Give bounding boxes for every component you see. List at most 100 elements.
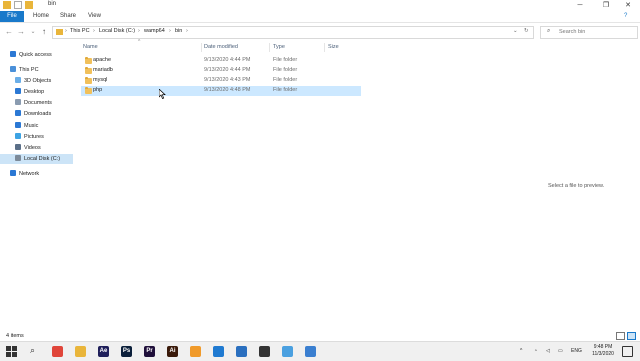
premiere-icon[interactable]: Pr	[144, 346, 155, 357]
chrome-icon[interactable]	[52, 346, 63, 357]
network-icon	[10, 170, 16, 176]
document-icon	[15, 99, 21, 105]
music-icon	[15, 122, 21, 128]
nav-quick-access[interactable]: Quick access	[10, 50, 52, 60]
pictures-icon	[15, 133, 21, 139]
nav-downloads[interactable]: Downloads	[15, 109, 51, 119]
file-type: File folder	[273, 87, 298, 93]
remote-app-icon[interactable]	[282, 346, 293, 357]
nav-pictures[interactable]: Pictures	[15, 132, 44, 142]
network-tray-icon[interactable]: ◔	[534, 348, 537, 354]
cube-icon	[15, 77, 21, 83]
nav-music[interactable]: Music	[15, 121, 38, 131]
nav-label: Videos	[24, 145, 41, 151]
navigation-bar: ← → ⌄ ↑ › This PC › Local Disk (C:) › wa…	[0, 23, 640, 41]
tab-view[interactable]: View	[88, 11, 101, 22]
nav-videos[interactable]: Videos	[15, 143, 41, 153]
notifications-icon[interactable]	[622, 346, 633, 357]
mouse-cursor-icon	[158, 88, 166, 101]
column-header-type[interactable]: Type	[273, 44, 285, 50]
file-explorer-icon[interactable]	[75, 346, 86, 357]
nav-documents[interactable]: Documents	[15, 98, 52, 108]
breadcrumb-wamp64[interactable]: wamp64	[144, 28, 165, 34]
file-row-apache[interactable]: apache 9/13/2020 4:44 PM File folder	[81, 56, 361, 66]
volume-icon[interactable]: ◁	[546, 348, 550, 354]
tab-file[interactable]: File	[0, 11, 24, 22]
title-bar: bin ─ ❐ ✕	[0, 0, 640, 11]
folder-icon	[56, 29, 63, 35]
search-icon[interactable]: ⌕	[30, 345, 35, 356]
battery-icon[interactable]: ▭	[558, 348, 563, 354]
tab-share[interactable]: Share	[60, 11, 76, 22]
breadcrumb-bin[interactable]: bin	[175, 28, 182, 34]
refresh-icon[interactable]: ↻	[524, 28, 529, 34]
file-type: File folder	[273, 67, 298, 73]
column-header-date[interactable]: Date modified	[204, 44, 238, 50]
windows-start-icon[interactable]	[6, 346, 17, 357]
sublime-text-icon[interactable]	[190, 346, 201, 357]
folder-icon	[85, 87, 92, 94]
details-view-icon[interactable]	[616, 332, 625, 340]
nav-label: Desktop	[24, 89, 45, 95]
nav-label: Pictures	[24, 134, 44, 140]
file-row-mariadb[interactable]: mariadb 9/13/2020 4:44 PM File folder	[81, 66, 361, 76]
breadcrumb-local-disk[interactable]: Local Disk (C:)	[99, 28, 135, 34]
file-name: apache	[93, 57, 112, 63]
preview-message: Select a file to preview.	[548, 183, 605, 189]
nav-network[interactable]: Network	[10, 169, 39, 179]
nav-local-disk[interactable]: Local Disk (C:)	[0, 154, 73, 164]
address-bar[interactable]: › This PC › Local Disk (C:) › wamp64 › b…	[52, 26, 534, 39]
maximize-button[interactable]: ❐	[594, 0, 618, 11]
column-header-size[interactable]: Size	[328, 44, 339, 50]
file-name: mysql	[93, 77, 108, 83]
ribbon-tabs: File Home Share View ?	[0, 11, 640, 23]
file-row-php[interactable]: php 9/13/2020 4:48 PM File folder	[81, 86, 361, 96]
recent-locations-button[interactable]: ⌄	[28, 27, 38, 37]
column-headers: ^ Name Date modified Type Size	[80, 39, 360, 53]
record-app-icon[interactable]	[259, 346, 270, 357]
video-icon	[15, 144, 21, 150]
computer-icon	[10, 66, 16, 72]
vscode-icon[interactable]	[213, 346, 224, 357]
nav-this-pc[interactable]: This PC	[10, 65, 39, 75]
network-app-icon[interactable]	[305, 346, 316, 357]
nav-desktop[interactable]: Desktop	[15, 87, 44, 97]
search-placeholder: Search bin	[559, 29, 586, 35]
column-header-name[interactable]: Name	[83, 44, 98, 50]
sort-ascending-icon: ^	[138, 39, 141, 45]
file-date: 9/13/2020 4:43 PM	[204, 77, 251, 83]
minimize-button[interactable]: ─	[568, 0, 592, 11]
after-effects-icon[interactable]: Ae	[98, 346, 109, 357]
media-app-icon[interactable]	[236, 346, 247, 357]
tab-home[interactable]: Home	[33, 11, 49, 22]
properties-icon[interactable]	[14, 1, 22, 9]
navigation-pane: Quick access This PC 3D Objects Desktop …	[0, 42, 76, 328]
photoshop-icon[interactable]: Ps	[121, 346, 132, 357]
up-button[interactable]: ↑	[39, 27, 49, 37]
clock[interactable]: 9:48 PM 11/3/2020	[588, 344, 618, 358]
back-button[interactable]: ←	[4, 27, 14, 37]
clock-time: 9:48 PM	[593, 344, 613, 350]
file-date: 9/13/2020 4:44 PM	[204, 67, 251, 73]
illustrator-icon[interactable]: Ai	[167, 346, 178, 357]
item-count: 4 items	[6, 333, 24, 339]
close-button[interactable]: ✕	[616, 0, 640, 11]
address-dropdown-icon[interactable]: ⌄	[513, 28, 518, 34]
large-icons-view-icon[interactable]	[627, 332, 636, 340]
nav-label: Quick access	[19, 52, 52, 58]
file-type: File folder	[273, 57, 298, 63]
language-indicator[interactable]: ENG	[571, 348, 582, 354]
search-box[interactable]: ⌕ Search bin	[540, 26, 638, 39]
window-title: bin	[48, 1, 57, 7]
nav-3d-objects[interactable]: 3D Objects	[15, 76, 51, 86]
file-row-mysql[interactable]: mysql 9/13/2020 4:43 PM File folder	[81, 76, 361, 86]
nav-label: Documents	[24, 100, 52, 106]
new-folder-icon[interactable]	[25, 1, 33, 9]
breadcrumb-this-pc[interactable]: This PC	[70, 28, 90, 34]
folder-icon	[85, 67, 92, 74]
help-icon[interactable]: ?	[624, 11, 627, 22]
clock-date: 11/3/2020	[592, 351, 614, 357]
tray-chevron-icon[interactable]: ^	[520, 348, 522, 354]
forward-button[interactable]: →	[16, 27, 26, 37]
nav-label: 3D Objects	[24, 78, 52, 84]
